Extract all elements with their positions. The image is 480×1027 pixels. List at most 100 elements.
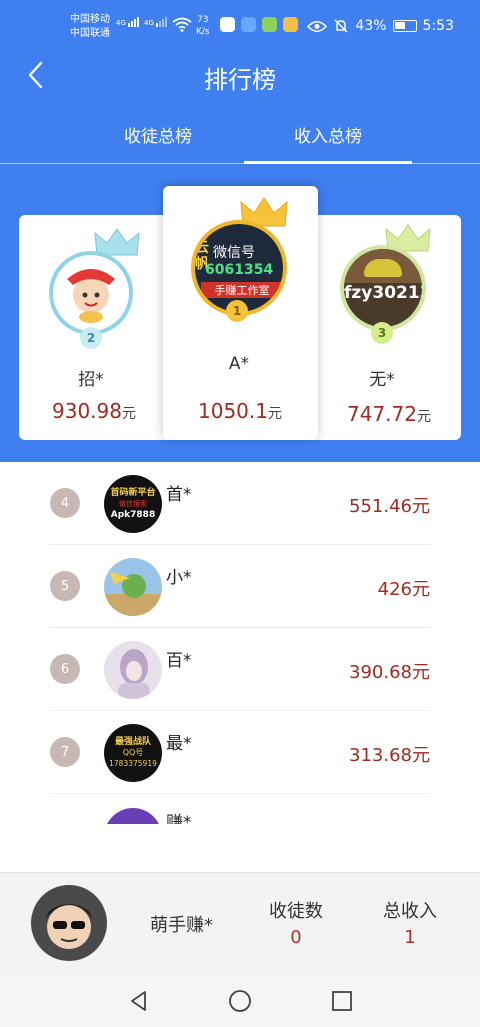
my-summary-bar: 萌手赚* 收徒数 0 总收入 1 xyxy=(0,872,480,974)
avatar: fzy30213 xyxy=(340,245,426,331)
avatar-text: 微信号 xyxy=(213,245,255,261)
status-bar: 中国移动 中国联通 4G 4G 73 K/s 43% 5:53 xyxy=(0,0,480,54)
app-notification-icon xyxy=(283,17,298,32)
network-type-1: 4G xyxy=(116,19,126,27)
income-label: 总收入 xyxy=(383,901,437,922)
avatar-text: 6061354 xyxy=(205,262,274,278)
podium-amount: 747.72元 xyxy=(314,402,464,426)
net-speed-value: 73 xyxy=(197,15,209,25)
rank-badge: 3 xyxy=(371,322,393,344)
avatar: 首码新平台 微信搜索 Apk7888 xyxy=(104,475,162,533)
home-circle-icon[interactable] xyxy=(227,988,253,1014)
amount-unit: 元 xyxy=(267,406,282,422)
list-item[interactable]: 6 百* 390.68元 xyxy=(50,628,430,711)
avatar-image xyxy=(31,885,107,961)
avatar-image xyxy=(53,255,129,331)
podium-name: 招* xyxy=(78,370,104,390)
carrier-2: 中国联通 xyxy=(70,28,110,39)
rank-badge: 7 xyxy=(50,737,80,767)
clock: 5:53 xyxy=(422,18,454,34)
income-stat: 总收入 1 xyxy=(360,897,460,948)
battery-icon xyxy=(392,20,417,32)
avatar-text: Apk7888 xyxy=(110,510,156,520)
avatar-image: 云帆 微信号 6061354 手赚工作室 xyxy=(195,224,283,312)
list-item-amount: 313.68元 xyxy=(349,745,430,766)
tab-disciples-ranking[interactable]: 收徒总榜 xyxy=(80,112,236,164)
amount-value: 747.72 xyxy=(347,402,417,426)
system-nav-bar xyxy=(0,974,480,1027)
avatar-image xyxy=(104,572,162,616)
notification-icons xyxy=(220,17,298,32)
avatar xyxy=(49,251,133,335)
rank-badge: 2 xyxy=(80,327,102,349)
avatar: 最强战队 QQ号 1783375919 xyxy=(104,724,162,782)
my-name: 萌手赚* xyxy=(150,915,213,936)
list-item[interactable]: 5 小* 426元 xyxy=(50,545,430,628)
podium-name: 无* xyxy=(369,370,395,390)
podium-amount: 1050.1元 xyxy=(165,399,315,423)
amount-unit: 元 xyxy=(121,406,136,422)
podium-second[interactable]: 2 招* 930.98元 xyxy=(19,215,163,440)
list-item-amount: 390.68元 xyxy=(349,662,430,683)
avatar-text: 首码新平台 xyxy=(110,488,156,498)
list-item-name: 小* xyxy=(166,568,192,588)
nav-bar: 排行榜 xyxy=(0,54,480,100)
carrier-text: 中国移动 中国联通 xyxy=(70,13,110,41)
signal-icon-1: 4G xyxy=(116,17,139,27)
net-speed-unit: K/s xyxy=(196,27,210,37)
avatar xyxy=(104,641,162,699)
avatar-text: QQ号 xyxy=(122,748,144,757)
amount-value: 930.98 xyxy=(52,399,122,423)
signal-icon-2: 4G xyxy=(144,17,167,27)
amount-unit: 元 xyxy=(416,409,431,425)
rank-badge: 1 xyxy=(226,300,248,322)
avatar-text: 最强战队 xyxy=(114,737,151,747)
podium-amount: 930.98元 xyxy=(19,399,169,423)
disciples-value: 0 xyxy=(290,927,302,948)
podium-first[interactable]: 云帆 微信号 6061354 手赚工作室 1 A* 1050.1元 xyxy=(163,186,318,440)
page-title: 排行榜 xyxy=(204,66,276,94)
disciples-label: 收徒数 xyxy=(269,901,323,922)
list-item-name: 百* xyxy=(166,651,192,671)
list-item-name: 最* xyxy=(166,734,192,754)
tab-bar: 收徒总榜 收入总榜 xyxy=(0,112,480,164)
list-item-name: 赚* xyxy=(166,813,192,824)
avatar-image xyxy=(118,649,150,699)
list-item[interactable]: 赚* xyxy=(50,794,430,824)
back-triangle-icon[interactable] xyxy=(126,988,152,1014)
avatar-text: 1783375919 xyxy=(109,759,157,768)
disciples-stat: 收徒数 0 xyxy=(246,897,346,948)
wifi-icon xyxy=(172,17,192,32)
rank-badge: 6 xyxy=(50,654,80,684)
carrier-1: 中国移动 xyxy=(70,14,110,25)
avatar xyxy=(104,808,162,824)
mute-bell-icon xyxy=(334,19,348,33)
app-notification-icon xyxy=(220,17,235,32)
list-item-amount: 551.46元 xyxy=(349,496,430,517)
eye-icon xyxy=(307,20,328,32)
avatar xyxy=(104,558,162,616)
rank-badge: 5 xyxy=(50,571,80,601)
podium-name: A* xyxy=(228,354,250,374)
amount-value: 1050.1 xyxy=(198,399,268,423)
battery-percent: 43% xyxy=(355,18,387,34)
network-type-2: 4G xyxy=(144,19,154,27)
net-speed: 73 K/s xyxy=(196,14,210,38)
avatar-image: fzy30213 xyxy=(344,249,422,327)
list-item-name: 首* xyxy=(166,485,192,505)
avatar xyxy=(31,885,107,961)
app-notification-icon xyxy=(241,17,256,32)
avatar-text: 手赚工作室 xyxy=(201,282,283,298)
list-item[interactable]: 7 最强战队 QQ号 1783375919 最* 313.68元 xyxy=(50,711,430,794)
list-item-amount: 426元 xyxy=(377,579,430,600)
status-right: 43% 5:53 xyxy=(307,18,454,34)
rank-badge: 4 xyxy=(50,488,80,518)
list-item[interactable]: 4 首码新平台 微信搜索 Apk7888 首* 551.46元 xyxy=(50,462,430,545)
android-icon xyxy=(262,17,277,32)
income-value: 1 xyxy=(404,927,416,948)
podium-third[interactable]: fzy30213 3 无* 747.72元 xyxy=(318,215,461,440)
avatar-text: 微信搜索 xyxy=(119,500,147,508)
tab-income-ranking[interactable]: 收入总榜 xyxy=(244,112,412,164)
recents-square-icon[interactable] xyxy=(329,988,355,1014)
avatar-text: fzy30213 xyxy=(344,283,422,303)
